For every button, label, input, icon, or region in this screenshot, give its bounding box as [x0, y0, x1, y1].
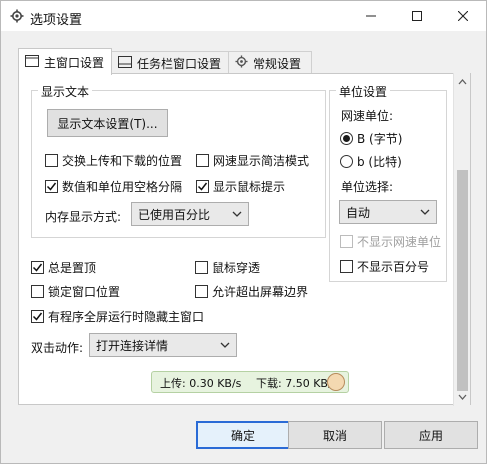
unit-bit-radio[interactable]: b (比特)	[340, 153, 402, 170]
tab-general[interactable]: 常规设置	[228, 51, 312, 74]
radio-label: B (字节)	[357, 132, 403, 146]
checkbox-label: 总是置顶	[48, 261, 97, 275]
checkmark-icon	[32, 312, 43, 321]
checkbox-label: 数值和单位用空格分隔	[62, 180, 183, 194]
gear-icon	[10, 9, 24, 23]
group-title: 单位设置	[336, 83, 391, 100]
tab-label: 主窗口设置	[44, 55, 105, 70]
display-text-settings-button[interactable]: 显示文本设置(T)...	[47, 109, 168, 137]
maximize-button[interactable]	[394, 1, 440, 31]
taskbar-icon	[118, 55, 132, 71]
simple-mode-checkbox[interactable]: 网速显示简洁模式	[196, 152, 309, 169]
checkbox-box	[340, 235, 353, 248]
select-value: 已使用百分比	[138, 207, 211, 222]
radio-label: b (比特)	[357, 155, 402, 169]
mascot-icon	[327, 373, 345, 391]
mouse-through-checkbox[interactable]: 鼠标穿透	[195, 259, 260, 276]
close-button[interactable]	[440, 1, 486, 31]
checkbox-box	[31, 310, 44, 323]
hide-on-fullscreen-checkbox[interactable]: 有程序全屏运行时隐藏主窗口	[31, 308, 204, 325]
checkbox-box	[196, 154, 209, 167]
always-on-top-checkbox[interactable]: 总是置顶	[31, 259, 96, 276]
cancel-button[interactable]: 取消	[288, 421, 382, 449]
window-icon	[25, 54, 39, 70]
radio-dot	[340, 132, 353, 145]
checkbox-label: 交换上传和下载的位置	[62, 154, 183, 168]
memory-display-select[interactable]: 已使用百分比	[131, 202, 249, 226]
options-dialog: 选项设置 主窗口设置 任务栏窗口设置 常规设置 显示文本 显示文本设置(T)..…	[0, 0, 487, 464]
lock-position-checkbox[interactable]: 锁定窗口位置	[31, 283, 120, 300]
ok-button[interactable]: 确定	[196, 421, 290, 449]
checkbox-box	[340, 260, 353, 273]
swap-updown-checkbox[interactable]: 交换上传和下载的位置	[45, 152, 182, 169]
checkbox-box	[31, 285, 44, 298]
download-speed: 下载: 7.50 KB/s	[256, 377, 338, 390]
checkbox-label: 锁定窗口位置	[48, 285, 121, 299]
minimize-button[interactable]	[348, 1, 394, 31]
checkmark-icon	[197, 182, 208, 191]
checkbox-label: 鼠标穿透	[212, 261, 261, 275]
speed-unit-label: 网速单位:	[341, 109, 394, 123]
checkbox-box	[196, 180, 209, 193]
unit-select-label: 单位选择:	[341, 180, 394, 194]
checkbox-label: 网速显示简洁模式	[213, 154, 310, 168]
scrollbar-thumb[interactable]	[457, 170, 468, 391]
checkbox-box	[195, 285, 208, 298]
checkbox-label: 允许超出屏幕边界	[212, 285, 309, 299]
checkbox-label: 显示鼠标提示	[213, 180, 286, 194]
checkmark-icon	[46, 182, 57, 191]
chevron-down-icon	[232, 211, 242, 217]
tab-main-window[interactable]: 主窗口设置	[18, 48, 112, 75]
tab-label: 常规设置	[253, 56, 302, 71]
minimize-icon	[366, 15, 376, 17]
select-value: 打开连接详情	[96, 338, 169, 353]
show-tooltip-checkbox[interactable]: 显示鼠标提示	[196, 178, 285, 195]
tab-taskbar-window[interactable]: 任务栏窗口设置	[111, 51, 229, 74]
unit-select[interactable]: 自动	[339, 200, 437, 224]
checkbox-label: 有程序全屏运行时隐藏主窗口	[48, 310, 205, 324]
speed-preview: 上传: 0.30 KB/s 下载: 7.50 KB/s	[151, 371, 349, 393]
space-separate-checkbox[interactable]: 数值和单位用空格分隔	[45, 178, 182, 195]
select-value: 自动	[346, 205, 371, 220]
checkbox-box	[45, 154, 58, 167]
window-title: 选项设置	[30, 13, 83, 28]
close-icon	[458, 11, 468, 21]
scroll-down-icon	[458, 394, 467, 400]
allow-offscreen-checkbox[interactable]: 允许超出屏幕边界	[195, 283, 308, 300]
hide-percent-checkbox[interactable]: 不显示百分号	[340, 258, 429, 275]
group-title: 显示文本	[38, 83, 93, 100]
vertical-scrollbar[interactable]	[453, 73, 470, 406]
upload-speed: 上传: 0.30 KB/s	[160, 377, 242, 390]
radio-dot	[340, 155, 353, 168]
chevron-down-icon	[220, 342, 230, 348]
double-click-label: 双击动作:	[31, 341, 84, 355]
double-click-select[interactable]: 打开连接详情	[89, 333, 237, 357]
checkbox-box	[45, 180, 58, 193]
gear-icon	[235, 55, 248, 71]
chevron-down-icon	[420, 209, 430, 215]
checkmark-icon	[32, 263, 43, 272]
checkbox-label: 不显示百分号	[357, 260, 430, 274]
unit-byte-radio[interactable]: B (字节)	[340, 130, 402, 147]
memory-display-label: 内存显示方式:	[45, 210, 122, 224]
title-bar: 选项设置	[1, 1, 486, 31]
checkbox-box	[195, 261, 208, 274]
apply-button[interactable]: 应用	[384, 421, 478, 449]
checkbox-label: 不显示网速单位	[357, 235, 442, 249]
checkbox-box	[31, 261, 44, 274]
scroll-up-icon	[458, 79, 467, 85]
main-window-settings-panel: 显示文本 显示文本设置(T)... 交换上传和下载的位置 网速显示简洁模式 数值…	[18, 73, 471, 405]
maximize-icon	[412, 11, 422, 21]
hide-speed-unit-checkbox[interactable]: 不显示网速单位	[340, 233, 441, 250]
tab-label: 任务栏窗口设置	[137, 56, 222, 71]
